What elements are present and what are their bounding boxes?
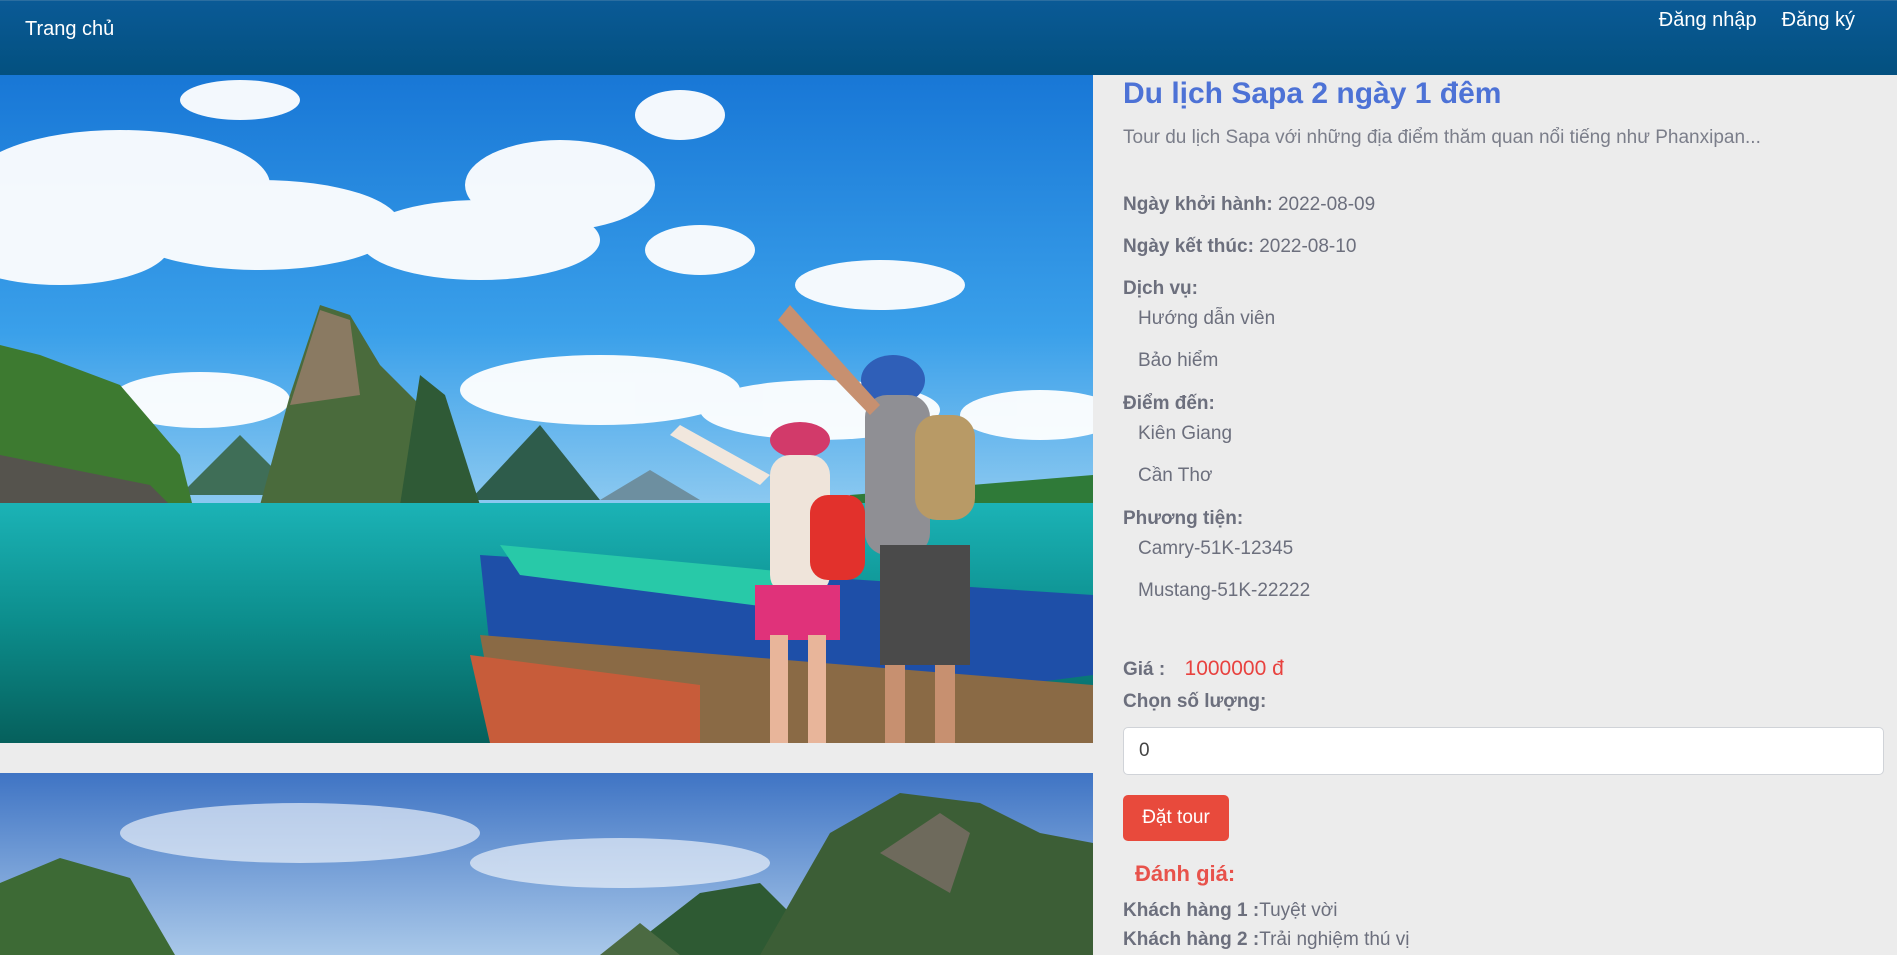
price-value: 1000000 đ [1184,657,1284,680]
tour-detail-panel: Du lịch Sapa 2 ngày 1 đêm Tour du lịch S… [1093,75,1897,955]
vehicle-item: Camry-51K-12345 [1138,538,1294,559]
vehicles-label: Phương tiện: [1123,508,1244,529]
tour-title: Du lịch Sapa 2 ngày 1 đêm [1123,77,1502,110]
end-date-value: 2022-08-10 [1259,236,1357,257]
start-date-label: Ngày khởi hành: [1123,194,1273,215]
end-date-row: Ngày kết thúc: 2022-08-10 [1123,236,1356,258]
quantity-input[interactable] [1123,727,1884,775]
tour-image-1 [0,75,1093,743]
service-item: Hướng dẫn viên [1138,308,1276,329]
review-item: Khách hàng 2 :Trải nghiệm thú vị [1123,929,1410,951]
vehicle-item: Mustang-51K-22222 [1138,580,1311,601]
tour-image-gallery [0,75,1093,955]
start-date-value: 2022-08-09 [1277,194,1376,215]
tour-image-2 [0,773,1093,955]
destinations-label: Điểm đến: [1123,393,1215,414]
review-comment: Trải nghiệm thú vị [1259,929,1410,950]
quantity-label: Chọn số lượng: [1123,691,1267,712]
nav-register-link[interactable]: Đăng ký [1782,9,1855,32]
book-tour-button[interactable]: Đặt tour [1123,795,1229,841]
price-label: Giá : [1123,659,1166,680]
review-item: Khách hàng 1 :Tuyệt vời [1123,900,1337,922]
reviews-title: Đánh giá: [1135,861,1236,886]
end-date-label: Ngày kết thúc: [1123,236,1254,257]
price-row: Giá : 1000000 đ [1123,657,1284,681]
destination-item: Kiên Giang [1138,423,1233,444]
top-navbar: Trang chủ Đăng nhập Đăng ký [0,0,1897,75]
review-customer: Khách hàng 2 : [1123,929,1260,950]
start-date-row: Ngày khởi hành: 2022-08-09 [1123,194,1375,216]
destination-item: Cần Thơ [1138,465,1213,486]
nav-home-link[interactable]: Trang chủ [25,18,114,41]
service-item: Bảo hiểm [1138,350,1219,371]
tour-description: Tour du lịch Sapa với những địa điểm thă… [1123,127,1761,148]
nav-auth-links: Đăng nhập Đăng ký [1659,9,1855,32]
services-label: Dịch vụ: [1123,278,1198,299]
review-customer: Khách hàng 1 : [1123,900,1260,921]
review-comment: Tuyệt vời [1259,900,1338,921]
nav-login-link[interactable]: Đăng nhập [1659,9,1757,32]
